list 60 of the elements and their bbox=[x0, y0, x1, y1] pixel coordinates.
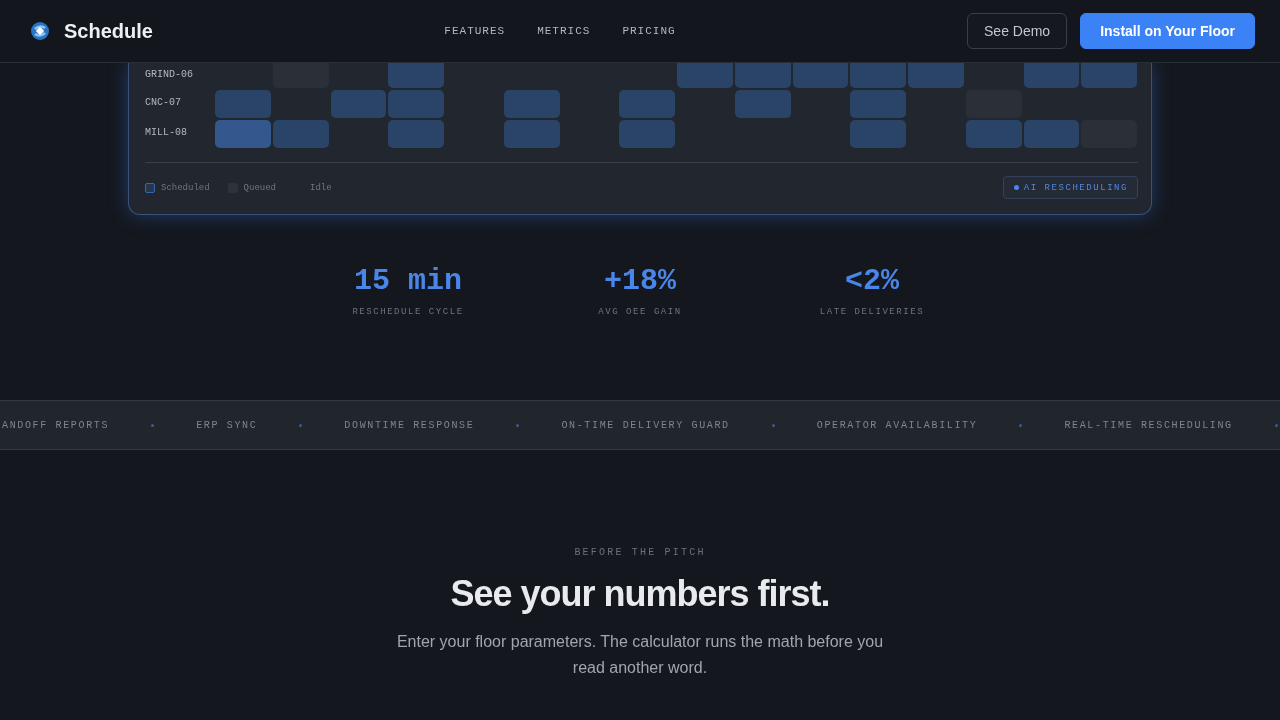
schedule-block bbox=[850, 120, 906, 148]
separator-dot-icon bbox=[1019, 423, 1023, 427]
machine-label: CNC-07 bbox=[145, 97, 182, 108]
stat-value: 15 min bbox=[354, 263, 462, 299]
stat-label: AVG OEE GAIN bbox=[598, 306, 682, 319]
section-heading: See your numbers first. bbox=[449, 572, 831, 616]
demo-button[interactable]: See Demo bbox=[967, 13, 1068, 49]
separator-dot-icon bbox=[1274, 423, 1278, 427]
schedule-block bbox=[619, 90, 675, 118]
schedule-block bbox=[388, 120, 444, 148]
schedule-block bbox=[215, 90, 271, 118]
schedule-block bbox=[215, 120, 271, 148]
schedule-block bbox=[1023, 120, 1080, 148]
nav-link[interactable]: PRICING bbox=[622, 25, 676, 37]
status-dot-icon bbox=[1013, 185, 1019, 190]
schedule-block bbox=[908, 63, 964, 88]
machine-label: GRIND-06 bbox=[145, 68, 194, 80]
stat-value: +18% bbox=[604, 263, 676, 299]
logo-icon bbox=[30, 21, 50, 41]
separator-dot-icon bbox=[771, 423, 775, 427]
machine-label: MILL-08 bbox=[145, 127, 188, 138]
schedule-block bbox=[734, 63, 791, 88]
nav-link[interactable]: FEATURES bbox=[444, 25, 506, 37]
nav-link[interactable]: METRICS bbox=[537, 25, 591, 37]
schedule-block bbox=[619, 120, 675, 148]
schedule-block bbox=[734, 90, 791, 118]
schedule-block bbox=[503, 90, 560, 118]
legend-label: Scheduled bbox=[161, 182, 210, 193]
ticker-item: ANDOFF REPORTS bbox=[2, 419, 110, 431]
ticker-item: OPERATOR AVAILABILITY bbox=[816, 419, 978, 431]
ticker-item: ON-TIME DELIVERY GUARD bbox=[561, 419, 730, 431]
separator-dot-icon bbox=[299, 423, 303, 427]
ticker-item: ERP SYNC bbox=[196, 419, 258, 431]
brand-name: Schedule bbox=[64, 19, 153, 43]
badge-label: AI RESCHEDULING bbox=[1023, 182, 1128, 193]
section-text: Enter your floor parameters. The calculator runs the math before you read another word. bbox=[395, 632, 885, 678]
schedule-block bbox=[388, 63, 444, 88]
separator-dot-icon bbox=[151, 423, 155, 427]
schedule-block bbox=[330, 90, 387, 118]
schedule-block bbox=[792, 63, 849, 88]
schedule-block bbox=[388, 90, 444, 118]
legend-label: Queued bbox=[243, 182, 276, 193]
schedule-block bbox=[1081, 63, 1137, 88]
schedule-block bbox=[1023, 63, 1080, 88]
schedule-block bbox=[965, 120, 1022, 148]
stat-label: LATE DELIVERIES bbox=[819, 306, 925, 319]
install-button[interactable]: Install on Your Floor bbox=[1080, 13, 1255, 49]
legend-label: Idle bbox=[310, 182, 332, 193]
schedule-block bbox=[677, 63, 733, 88]
ticker-item: REAL-TIME RESCHEDULING bbox=[1064, 419, 1233, 431]
stat-label: RESCHEDULE CYCLE bbox=[352, 306, 464, 319]
section-eyebrow: BEFORE THE PITCH bbox=[573, 546, 707, 560]
schedule-block bbox=[272, 120, 329, 148]
stat-value: <2% bbox=[845, 263, 899, 299]
schedule-block bbox=[503, 120, 560, 148]
schedule-block bbox=[850, 90, 906, 118]
ticker-item: DOWNTIME RESPONSE bbox=[344, 419, 475, 431]
schedule-block bbox=[850, 63, 906, 88]
legend-swatch-icon bbox=[145, 182, 155, 193]
separator-dot-icon bbox=[516, 423, 520, 427]
